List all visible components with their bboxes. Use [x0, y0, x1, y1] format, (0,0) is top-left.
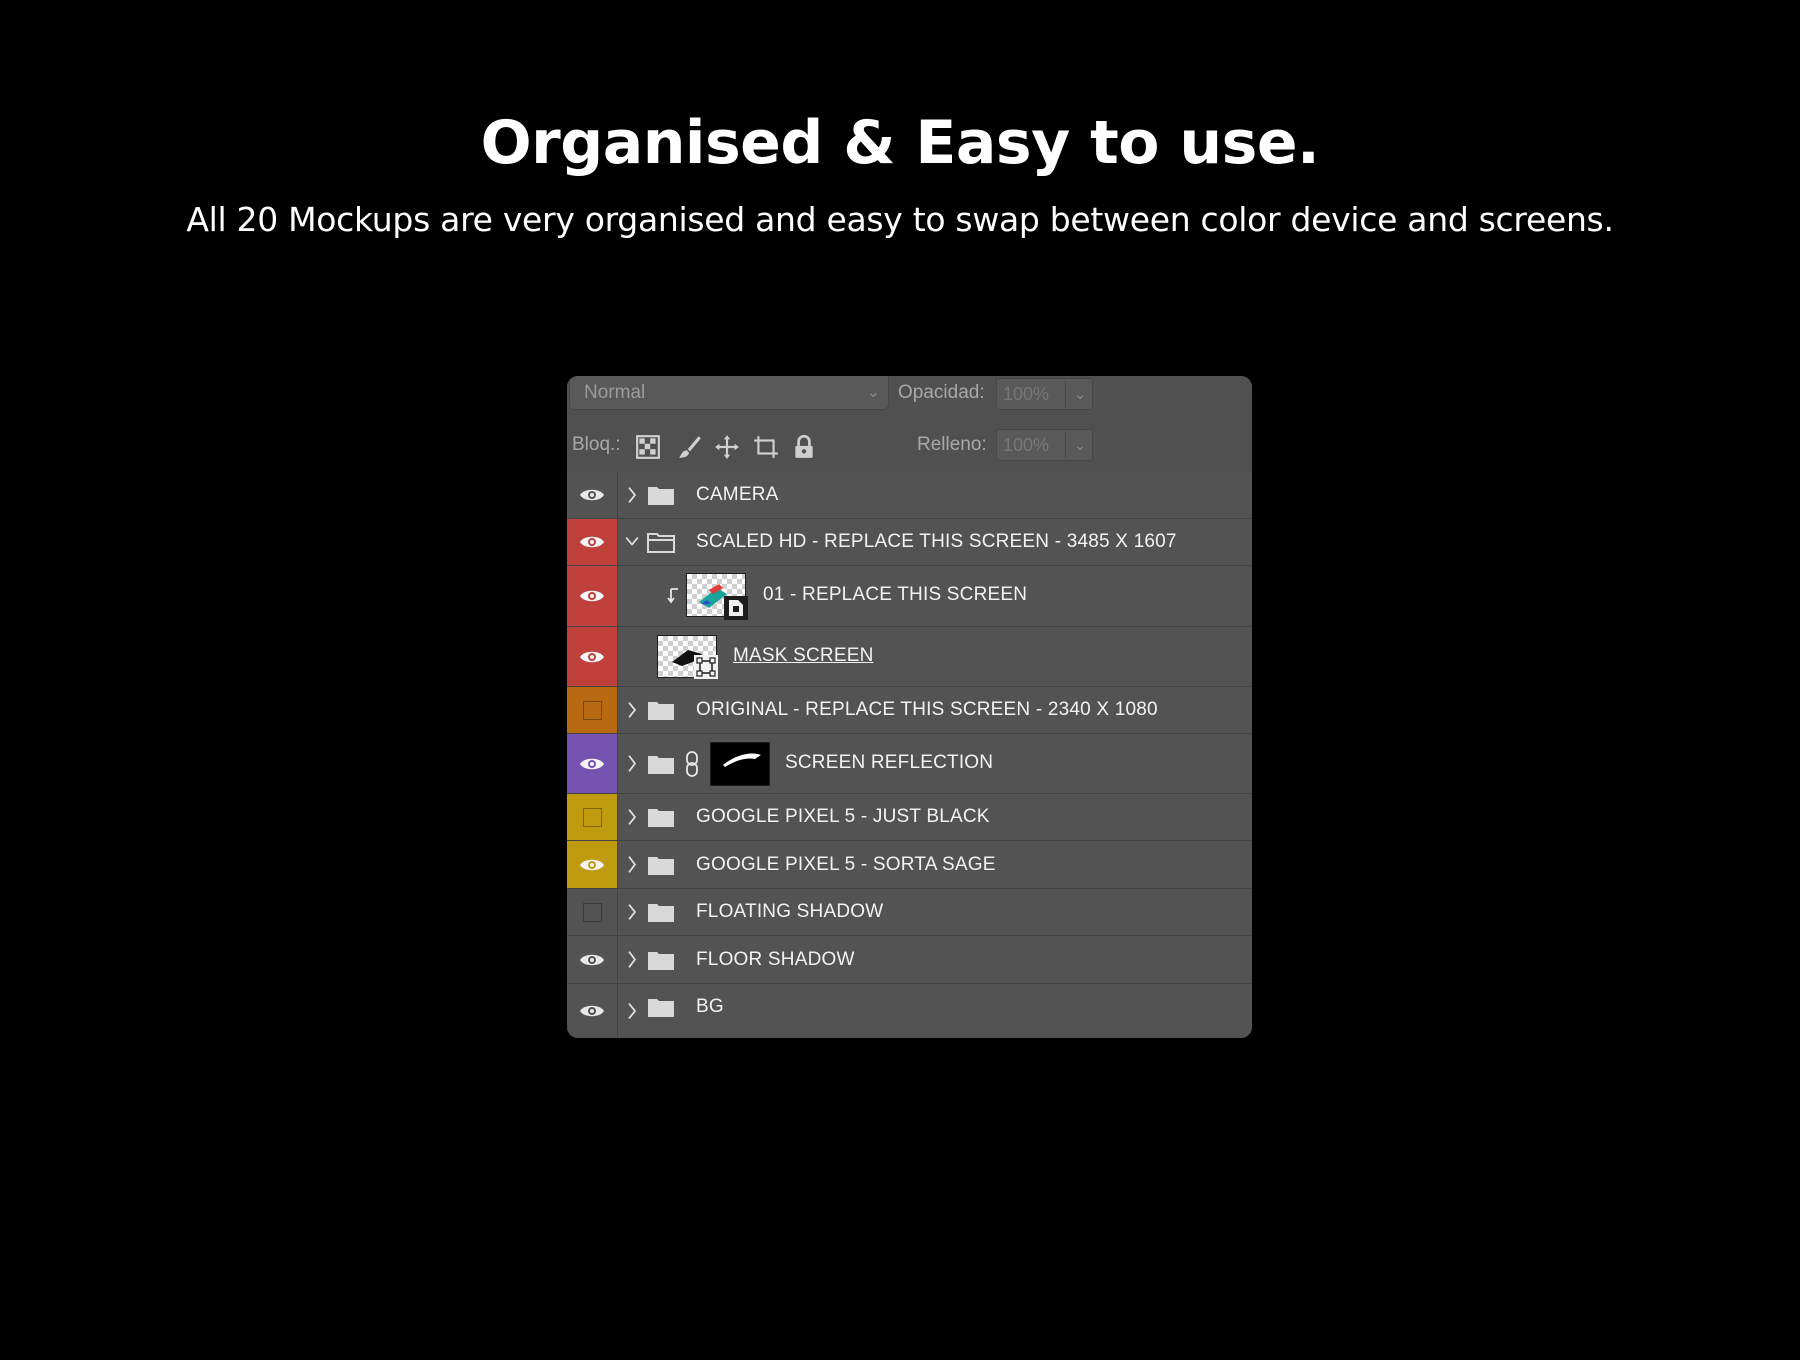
chevron-right-icon[interactable]: [625, 734, 639, 793]
visibility-toggle[interactable]: [567, 472, 618, 518]
blend-opacity-row: Normal ⌄ Opacidad: 100% ⌄: [567, 376, 1252, 421]
visibility-toggle[interactable]: [567, 984, 618, 1038]
layer-row-floor-shadow[interactable]: FLOOR SHADOW: [567, 936, 1252, 984]
opacity-field[interactable]: 100% ⌄: [996, 378, 1093, 410]
layer-row-screen-reflection[interactable]: SCREEN REFLECTION: [567, 734, 1252, 794]
folder-icon: [648, 999, 674, 1017]
fill-label: Relleno:: [917, 434, 987, 455]
layer-name[interactable]: SCREEN REFLECTION: [785, 752, 993, 774]
chevron-right-icon[interactable]: [625, 889, 639, 935]
eye-icon[interactable]: [579, 487, 605, 503]
eye-icon[interactable]: [579, 649, 605, 665]
opacity-value: 100%: [1003, 384, 1050, 404]
visibility-toggle[interactable]: [567, 734, 618, 793]
hidden-visibility-box[interactable]: [582, 902, 602, 922]
visibility-toggle[interactable]: [567, 889, 618, 935]
layer-row-original[interactable]: ORIGINAL - REPLACE THIS SCREEN - 2340 X …: [567, 687, 1252, 734]
blend-mode-select[interactable]: Normal ⌄: [569, 376, 889, 410]
fill-field[interactable]: 100% ⌄: [996, 429, 1093, 461]
lock-transparent-pixels-icon[interactable]: [635, 434, 661, 460]
folder-icon: [648, 952, 674, 970]
layer-name[interactable]: CAMERA: [696, 484, 779, 506]
layer-row-floating-shadow[interactable]: FLOATING SHADOW: [567, 889, 1252, 936]
layers-panel: Normal ⌄ Opacidad: 100% ⌄ Bloq.: Relleno…: [567, 376, 1252, 1038]
clipping-mask-arrow-icon: [667, 588, 678, 604]
layer-name[interactable]: SCALED HD - REPLACE THIS SCREEN - 3485 X…: [696, 531, 1177, 553]
lock-label: Bloq.:: [572, 434, 621, 455]
layer-row-mask-screen[interactable]: MASK SCREEN: [567, 627, 1252, 687]
folder-icon: [648, 857, 674, 875]
hidden-visibility-box[interactable]: [582, 807, 602, 827]
eye-icon[interactable]: [579, 952, 605, 968]
smart-object-icon: [724, 596, 748, 620]
lock-position-icon[interactable]: [714, 434, 740, 460]
chevron-right-icon[interactable]: [625, 841, 639, 888]
layer-name[interactable]: ORIGINAL - REPLACE THIS SCREEN - 2340 X …: [696, 699, 1158, 721]
layer-row-bg[interactable]: BG: [567, 984, 1252, 1038]
layer-name[interactable]: GOOGLE PIXEL 5 - JUST BLACK: [696, 806, 990, 828]
layer-row-replace-screen[interactable]: 01 - REPLACE THIS SCREEN: [567, 566, 1252, 627]
folder-icon: [648, 904, 674, 922]
layer-row-scaled-hd[interactable]: SCALED HD - REPLACE THIS SCREEN - 3485 X…: [567, 519, 1252, 566]
layer-row-camera[interactable]: CAMERA: [567, 472, 1252, 519]
layer-name[interactable]: BG: [696, 996, 724, 1018]
fill-value: 100%: [1003, 435, 1050, 455]
chevron-down-icon[interactable]: ⌄: [1074, 430, 1086, 460]
folder-icon: [648, 702, 674, 720]
link-chain-icon[interactable]: [685, 750, 699, 778]
lock-fill-row: Bloq.: Relleno: 100% ⌄: [567, 420, 1252, 473]
chevron-right-icon[interactable]: [625, 936, 639, 983]
layer-name[interactable]: GOOGLE PIXEL 5 - SORTA SAGE: [696, 854, 996, 876]
chevron-right-icon[interactable]: [625, 687, 639, 733]
visibility-toggle[interactable]: [567, 566, 618, 626]
chevron-down-icon[interactable]: ⌄: [1074, 379, 1086, 409]
layer-name[interactable]: 01 - REPLACE THIS SCREEN: [763, 584, 1027, 606]
visibility-toggle[interactable]: [567, 687, 618, 733]
layer-name[interactable]: FLOOR SHADOW: [696, 949, 855, 971]
layer-row-just-black[interactable]: GOOGLE PIXEL 5 - JUST BLACK: [567, 794, 1252, 841]
lock-artboard-icon[interactable]: [753, 434, 779, 460]
chevron-right-icon[interactable]: [625, 984, 639, 1038]
eye-icon[interactable]: [579, 534, 605, 550]
subheadline: All 20 Mockups are very organised and ea…: [186, 200, 1614, 239]
chevron-down-icon[interactable]: [625, 519, 639, 565]
hidden-visibility-box[interactable]: [582, 700, 602, 720]
vector-shape-icon: [694, 655, 718, 679]
layer-name[interactable]: MASK SCREEN: [733, 645, 874, 667]
visibility-toggle[interactable]: [567, 794, 618, 840]
visibility-toggle[interactable]: [567, 936, 618, 983]
folder-icon: [648, 756, 674, 774]
lock-all-icon[interactable]: [791, 434, 817, 460]
eye-icon[interactable]: [579, 857, 605, 873]
eye-icon[interactable]: [579, 588, 605, 604]
chevron-right-icon[interactable]: [625, 794, 639, 840]
layer-row-sorta-sage[interactable]: GOOGLE PIXEL 5 - SORTA SAGE: [567, 841, 1252, 889]
eye-icon[interactable]: [579, 756, 605, 772]
open-folder-icon: [647, 533, 675, 553]
visibility-toggle[interactable]: [567, 841, 618, 888]
visibility-toggle[interactable]: [567, 519, 618, 565]
chevron-right-icon[interactable]: [625, 472, 639, 518]
chevron-down-icon: ⌄: [866, 384, 880, 401]
visibility-toggle[interactable]: [567, 627, 618, 686]
folder-icon: [648, 487, 674, 505]
folder-icon: [648, 809, 674, 827]
opacity-label: Opacidad:: [898, 382, 985, 403]
layer-mask-thumbnail[interactable]: [710, 742, 770, 786]
layer-name[interactable]: FLOATING SHADOW: [696, 901, 883, 923]
eye-icon[interactable]: [579, 1003, 605, 1019]
lock-image-pixels-icon[interactable]: [677, 434, 703, 460]
blend-mode-value: Normal: [584, 382, 646, 403]
headline: Organised & Easy to use.: [480, 108, 1320, 178]
